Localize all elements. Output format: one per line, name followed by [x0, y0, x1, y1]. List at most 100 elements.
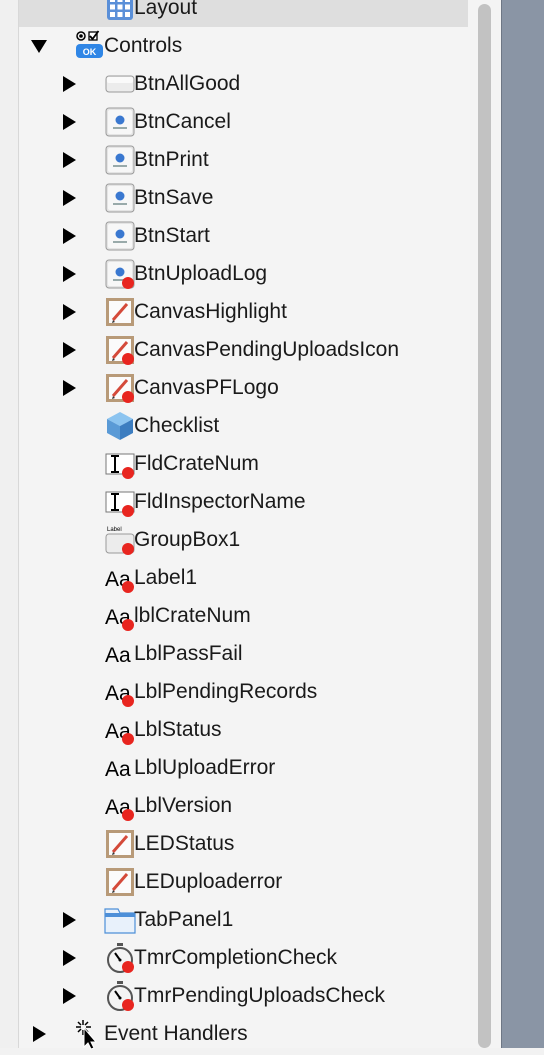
- tree-item-lblcratenum[interactable]: Aa lblCrateNum: [19, 597, 477, 635]
- tree-item-lblversion[interactable]: Aa LblVersion: [19, 787, 477, 825]
- disclosure-triangle-icon: [62, 152, 76, 168]
- tree-item-label: BtnAllGood: [134, 72, 241, 95]
- label-aa-icon: Aa: [104, 562, 136, 594]
- error-badge-icon: [122, 733, 134, 745]
- tree-item-ledstatus[interactable]: LEDStatus: [19, 825, 477, 863]
- bevel-button-icon: [104, 220, 136, 252]
- tree-item-label: LblPendingRecords: [134, 680, 318, 703]
- disclosure-collapsed-icon[interactable]: [59, 264, 79, 284]
- error-badge-icon: [122, 581, 134, 593]
- disclosure-collapsed-icon[interactable]: [59, 188, 79, 208]
- error-badge-icon: [122, 277, 134, 289]
- disclosure-collapsed-icon[interactable]: [59, 150, 79, 170]
- tree-item-lblpendingrecords[interactable]: Aa LblPendingRecords: [19, 673, 477, 711]
- canvas-icon: [104, 296, 136, 328]
- tree-item-label: BtnPrint: [134, 148, 209, 171]
- tree-item-canvaspendinguploadsicon[interactable]: CanvasPendingUploadsIcon: [19, 331, 477, 369]
- tree-item-fldinspectorname[interactable]: FldInspectorName: [19, 483, 477, 521]
- error-badge-icon: [122, 809, 134, 821]
- tree-item-btncancel[interactable]: BtnCancel: [19, 103, 477, 141]
- tree-item-canvaspflogo[interactable]: CanvasPFLogo: [19, 369, 477, 407]
- tree-item-fldcratenum[interactable]: FldCrateNum: [19, 445, 477, 483]
- tree-item-label: TmrPendingUploadsCheck: [134, 984, 385, 1007]
- label-aa-icon: Aa: [104, 676, 136, 708]
- tree-item-tmrpendinguploadscheck[interactable]: TmrPendingUploadsCheck: [19, 977, 477, 1015]
- tree-item-label: lblCrateNum: [134, 604, 251, 627]
- bevel-button-icon: [104, 144, 136, 176]
- tree-item-label: BtnStart: [134, 224, 210, 247]
- tree-item-btnprint[interactable]: BtnPrint: [19, 141, 477, 179]
- tree-item-canvashighlight[interactable]: CanvasHighlight: [19, 293, 477, 331]
- bevel-button-icon: [104, 106, 136, 138]
- canvas-icon: [104, 372, 136, 404]
- disclosure-triangle-icon: [62, 190, 76, 206]
- disclosure-collapsed-icon[interactable]: [59, 302, 79, 322]
- tree-item-btnstart[interactable]: BtnStart: [19, 217, 477, 255]
- error-badge-icon: [122, 619, 134, 631]
- scrollbar-thumb[interactable]: [478, 4, 491, 1048]
- tree-item-btnsave[interactable]: BtnSave: [19, 179, 477, 217]
- tree-item-event-handlers[interactable]: Event Handlers: [19, 1015, 477, 1053]
- tree-item-label: Checklist: [134, 414, 220, 437]
- bevel-button-icon: [104, 258, 136, 290]
- disclosure-collapsed-icon[interactable]: [29, 1024, 49, 1044]
- textfield-icon: [104, 448, 136, 480]
- editor-pane: [501, 0, 544, 1048]
- tree-item-lblstatus[interactable]: Aa LblStatus: [19, 711, 477, 749]
- tree-item-tabpanel1[interactable]: TabPanel1: [19, 901, 477, 939]
- disclosure-expanded-icon[interactable]: [29, 36, 49, 56]
- left-gutter: [0, 0, 19, 1048]
- cube-icon: [104, 410, 136, 442]
- disclosure-triangle-icon: [62, 76, 76, 92]
- svg-text:Aa: Aa: [105, 758, 131, 781]
- tree-item-label: LblUploadError: [134, 756, 276, 779]
- tree-item-label: FldInspectorName: [134, 490, 306, 513]
- tree-item-checklist[interactable]: Checklist: [19, 407, 477, 445]
- tree-item-btnuploadlog[interactable]: BtnUploadLog: [19, 255, 477, 293]
- label-aa-icon: Aa: [104, 638, 136, 670]
- tree-item-controls[interactable]: OK Controls: [19, 27, 477, 65]
- tabpanel-icon: [104, 904, 136, 936]
- label-aa-icon: Aa: [104, 790, 136, 822]
- disclosure-triangle-icon: [32, 1026, 46, 1042]
- plain-button-icon: [104, 68, 136, 100]
- tree-item-label1[interactable]: Aa Label1: [19, 559, 477, 597]
- tree-item-layout[interactable]: Layout: [19, 0, 468, 27]
- tree-item-label: LblPassFail: [134, 642, 243, 665]
- tree-item-btnallgood[interactable]: BtnAllGood: [19, 65, 477, 103]
- canvas-icon: [104, 334, 136, 366]
- tree-item-lbluploaderror[interactable]: Aa LblUploadError: [19, 749, 477, 787]
- error-badge-icon: [122, 467, 134, 479]
- tree-item-label: LblStatus: [134, 718, 222, 741]
- disclosure-collapsed-icon[interactable]: [59, 948, 79, 968]
- tree-item-leduploaderror[interactable]: LEDuploaderror: [19, 863, 477, 901]
- disclosure-collapsed-icon[interactable]: [59, 226, 79, 246]
- textfield-icon: [104, 486, 136, 518]
- tree-item-groupbox1[interactable]: Label GroupBox1: [19, 521, 477, 559]
- tree-item-label: BtnUploadLog: [134, 262, 268, 285]
- disclosure-triangle-icon: [62, 912, 76, 928]
- error-badge-icon: [122, 999, 134, 1011]
- disclosure-collapsed-icon[interactable]: [59, 74, 79, 94]
- disclosure-triangle-icon: [62, 114, 76, 130]
- svg-text:OK: OK: [83, 47, 97, 57]
- disclosure-collapsed-icon[interactable]: [59, 986, 79, 1006]
- tree-item-label: CanvasPendingUploadsIcon: [134, 338, 400, 361]
- event-handlers-icon: [74, 1018, 106, 1050]
- tree-item-tmrcompletioncheck[interactable]: TmrCompletionCheck: [19, 939, 477, 977]
- disclosure-collapsed-icon[interactable]: [59, 112, 79, 132]
- disclosure-collapsed-icon[interactable]: [59, 378, 79, 398]
- tree-item-lblpassfail[interactable]: Aa LblPassFail: [19, 635, 477, 673]
- layout-grid-icon: [104, 0, 136, 24]
- label-aa-icon: Aa: [104, 600, 136, 632]
- disclosure-collapsed-icon[interactable]: [59, 910, 79, 930]
- svg-text:Label: Label: [107, 527, 122, 533]
- groupbox-icon: Label: [104, 524, 136, 556]
- label-aa-icon: Aa: [104, 752, 136, 784]
- tree-item-label: CanvasHighlight: [134, 300, 287, 323]
- disclosure-collapsed-icon[interactable]: [59, 340, 79, 360]
- svg-text:Aa: Aa: [105, 644, 131, 667]
- disclosure-triangle-icon: [62, 988, 76, 1004]
- error-badge-icon: [122, 505, 134, 517]
- canvas-icon: [104, 866, 136, 898]
